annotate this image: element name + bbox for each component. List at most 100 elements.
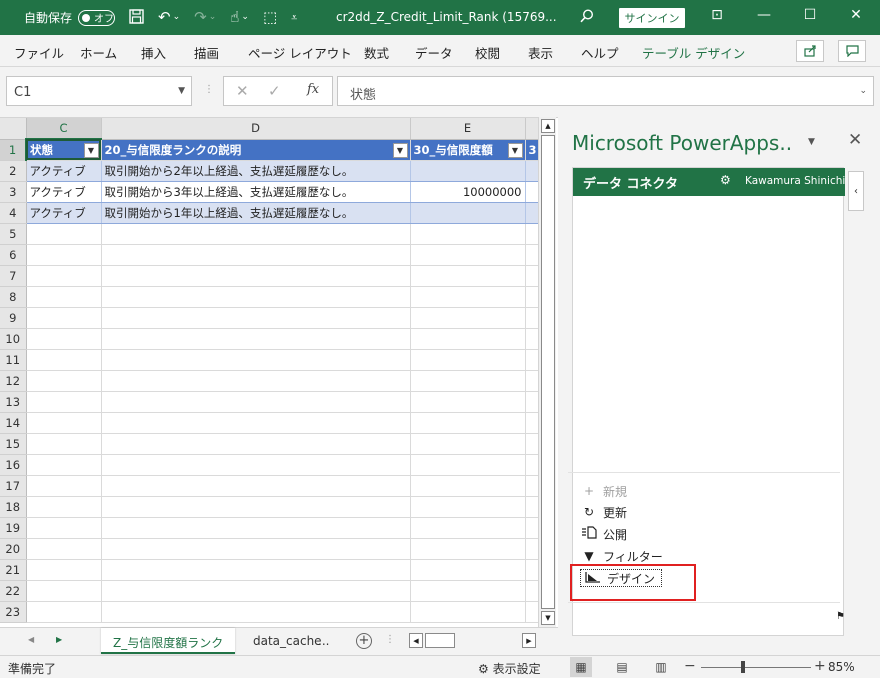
tab-help[interactable]: ヘルプ [581,43,619,62]
undo-icon[interactable]: ↶ [158,10,171,25]
redo-dropdown-icon[interactable]: ⌄ [209,13,217,22]
select-objects-icon[interactable]: ⬚ [263,10,277,25]
table-cell[interactable] [26,286,102,308]
table-cell[interactable] [26,559,102,581]
table-cell[interactable]: アクティブ [26,160,102,182]
search-icon[interactable] [580,9,594,26]
drag-handle-icon[interactable]: ⋮ [204,84,214,95]
scroll-left-icon[interactable]: ◀ [409,633,423,648]
row-header[interactable]: 19 [0,517,27,539]
row-header[interactable]: 18 [0,496,27,518]
table-cell[interactable] [101,475,411,497]
zoom-out-icon[interactable]: − [684,658,696,674]
tab-insert[interactable]: 挿入 [141,43,166,62]
table-cell[interactable] [410,307,526,329]
normal-view-icon[interactable]: ▦ [570,657,592,677]
name-box[interactable]: C1 ▼ [6,76,192,106]
table-cell[interactable]: アクティブ [26,181,102,203]
touch-mode-icon[interactable]: ☝ [230,10,239,25]
tab-draw[interactable]: 描画 [194,43,219,62]
table-cell[interactable] [26,370,102,392]
row-header[interactable]: 5 [0,223,27,245]
column-header-c[interactable]: C [26,118,102,140]
horizontal-scrollbar[interactable]: ◀ ▶ [409,633,537,649]
splitter-icon[interactable]: ⋮ [385,634,395,645]
table-cell[interactable] [26,517,102,539]
pane-options-icon[interactable]: ▼ [808,137,815,147]
table-cell[interactable]: アクティブ [26,202,102,224]
table-cell[interactable] [410,517,526,539]
row-header[interactable]: 3 [0,181,27,203]
row-header[interactable]: 4 [0,202,27,224]
scroll-down-icon[interactable]: ▼ [541,611,555,625]
refresh-button[interactable]: ↻ 更新 [580,503,627,521]
table-cell[interactable] [101,223,411,245]
maximize-icon[interactable]: ☐ [798,7,822,23]
sheet-more[interactable]: ... [318,628,329,654]
table-cell[interactable]: 10000000 [410,181,526,203]
filter-dropdown-icon[interactable]: ▼ [507,142,523,158]
table-cell[interactable] [410,223,526,245]
table-cell[interactable] [26,475,102,497]
formula-input[interactable]: 状態 ⌄ [337,76,874,106]
table-cell[interactable] [410,286,526,308]
redo-icon[interactable]: ↷ [194,10,207,25]
worksheet-grid[interactable]: C D E 1 状態 ▼ 20_与信限度ランクの説明 ▼ 30_与信限度額 ▼ 3 2… [0,117,558,627]
column-header-e[interactable]: E [410,118,526,140]
table-cell[interactable] [410,412,526,434]
table-cell[interactable]: 取引開始から2年以上経過、支払遅延履歴なし。 [101,160,411,182]
row-header[interactable]: 8 [0,286,27,308]
table-cell[interactable] [410,244,526,266]
autosave-toggle[interactable]: オフ [78,9,116,26]
table-cell[interactable] [101,412,411,434]
close-icon[interactable]: ✕ [848,130,862,150]
table-cell[interactable] [101,265,411,287]
table-header-cell[interactable]: 30_与信限度額 ▼ [410,139,526,161]
cancel-icon[interactable]: ✕ [236,82,249,100]
table-cell[interactable] [410,160,526,182]
table-cell[interactable] [101,328,411,350]
table-cell[interactable] [26,412,102,434]
customize-qat-icon[interactable]: ⩡ [291,12,297,23]
tab-file[interactable]: ファイル [14,43,64,62]
table-cell[interactable] [410,580,526,602]
table-header-cell[interactable]: 状態 ▼ [26,139,102,161]
table-cell[interactable] [101,496,411,518]
table-cell[interactable] [26,601,102,623]
table-cell[interactable]: 取引開始から3年以上経過、支払遅延履歴なし。 [101,181,411,203]
select-all-corner[interactable] [0,118,27,140]
row-header[interactable]: 2 [0,160,27,182]
gear-icon[interactable]: ⚙ [720,173,731,187]
table-cell[interactable] [101,433,411,455]
table-cell[interactable] [410,391,526,413]
undo-dropdown-icon[interactable]: ⌄ [173,13,181,22]
expand-formula-icon[interactable]: ⌄ [859,86,867,96]
tab-review[interactable]: 校閲 [475,43,500,62]
table-cell[interactable] [410,265,526,287]
table-cell[interactable] [26,349,102,371]
table-cell[interactable] [410,454,526,476]
table-cell[interactable] [101,391,411,413]
tab-formulas[interactable]: 数式 [364,43,389,62]
filter-dropdown-icon[interactable]: ▼ [392,142,408,158]
filter-dropdown-icon[interactable]: ▼ [83,143,99,158]
table-cell[interactable] [26,244,102,266]
row-header[interactable]: 7 [0,265,27,287]
table-cell[interactable] [410,349,526,371]
table-cell[interactable] [410,202,526,224]
table-cell[interactable] [410,433,526,455]
zoom-level[interactable]: 85% [828,660,855,674]
page-layout-view-icon[interactable]: ▤ [611,657,633,677]
table-cell[interactable] [101,601,411,623]
row-header[interactable]: 13 [0,391,27,413]
row-header[interactable]: 17 [0,475,27,497]
chevron-down-icon[interactable]: ▼ [178,86,185,96]
scroll-up-icon[interactable]: ▲ [541,119,555,133]
table-cell[interactable] [26,433,102,455]
table-cell[interactable] [410,370,526,392]
table-cell[interactable] [101,286,411,308]
table-cell[interactable] [26,328,102,350]
table-cell[interactable]: 取引開始から1年以上経過、支払遅延履歴なし。 [101,202,411,224]
table-cell[interactable] [410,601,526,623]
vertical-scrollbar[interactable]: ▲ ▼ [538,117,556,627]
